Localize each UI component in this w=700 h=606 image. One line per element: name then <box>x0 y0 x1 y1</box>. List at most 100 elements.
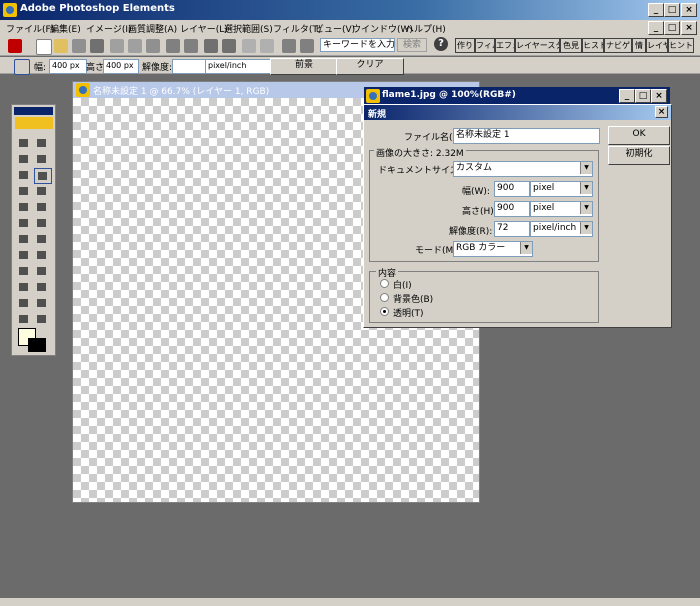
import-icon[interactable] <box>72 39 86 53</box>
palette-tab[interactable]: レイヤースタイ <box>515 38 560 53</box>
menu-view[interactable]: ビュー(V) <box>315 22 355 35</box>
adobe-icon[interactable] <box>15 117 53 129</box>
paint-bucket-tool-icon[interactable] <box>16 200 32 214</box>
close-icon[interactable]: × <box>681 3 697 17</box>
save-icon[interactable] <box>110 39 124 53</box>
step-forward-icon[interactable] <box>300 39 314 53</box>
magic-wand-tool-icon[interactable] <box>34 152 50 166</box>
clone-stamp-tool-icon[interactable] <box>16 296 32 310</box>
adobe-logo-icon[interactable] <box>8 39 22 53</box>
width-input[interactable]: 400 px <box>49 59 87 74</box>
attach-icon[interactable] <box>146 39 160 53</box>
palette-tab[interactable]: ヒント <box>668 38 694 53</box>
menu-image[interactable]: イメージ(I) <box>86 22 132 35</box>
ok-button[interactable]: OK <box>608 126 670 145</box>
menu-adjust[interactable]: 画質調整(A) <box>128 22 177 35</box>
type-tool-icon[interactable] <box>34 184 50 198</box>
lasso-tool-icon[interactable] <box>16 152 32 166</box>
sharpen-tool-icon[interactable] <box>34 248 50 262</box>
sponge-tool-icon[interactable] <box>16 264 32 278</box>
doc-minimize-icon[interactable]: _ <box>648 21 664 35</box>
menu-window[interactable]: ウインドウ(W) <box>352 22 413 35</box>
blur-tool-icon[interactable] <box>16 248 32 262</box>
search-input[interactable]: キーワードを入力 <box>320 38 395 52</box>
red-eye-tool-icon[interactable] <box>16 280 32 294</box>
palette-tab[interactable]: エフェ <box>495 38 515 53</box>
scanner-icon[interactable] <box>90 39 104 53</box>
menu-layer[interactable]: レイヤー(L) <box>180 22 228 35</box>
dialog-title: 新規 <box>368 110 387 120</box>
palette-tab[interactable]: ナビゲ <box>604 38 632 53</box>
crop-tool-icon[interactable] <box>34 168 52 184</box>
mode-select[interactable]: RGB カラー ▼ <box>453 241 533 257</box>
resolution-input[interactable]: 72 <box>494 221 530 237</box>
doc-close-icon[interactable]: × <box>681 21 697 35</box>
hand-tool-icon[interactable] <box>16 312 32 326</box>
gradient-tool-icon[interactable] <box>34 200 50 214</box>
menu-file[interactable]: ファイル(F) <box>6 22 54 35</box>
image-close-icon[interactable]: × <box>651 89 667 103</box>
palette-tab[interactable]: 情 <box>632 38 646 53</box>
white-radio[interactable] <box>380 279 389 288</box>
zoom-tool-icon[interactable] <box>34 312 50 326</box>
brush-tool-icon[interactable] <box>16 216 32 230</box>
print-icon[interactable] <box>204 39 218 53</box>
save-web-icon[interactable] <box>128 39 142 53</box>
resolution-unit-select[interactable]: pixel/inch <box>205 59 271 74</box>
step-backward-icon[interactable] <box>282 39 296 53</box>
crop-tool-icon[interactable] <box>14 59 30 75</box>
background-color-radio[interactable] <box>380 293 389 302</box>
height-input[interactable]: 900 <box>494 201 530 217</box>
marquee-tool-icon[interactable] <box>16 136 32 150</box>
impressionist-brush-tool-icon[interactable] <box>34 232 50 246</box>
front-image-button[interactable]: 前景 <box>270 58 338 75</box>
image-window-title-bar[interactable]: flame1.jpg @ 100%(RGB#) _ □ × <box>364 87 670 105</box>
dialog-title-bar[interactable]: 新規 × <box>364 105 671 120</box>
eyedropper-tool-icon[interactable] <box>34 296 50 310</box>
menu-edit[interactable]: 編集(E) <box>50 22 81 35</box>
new-file-dialog: 新規 × ファイル名(N): 名称未設定 1 OK 初期化 画像の大きさ: 2.… <box>363 104 672 328</box>
palette-tab[interactable]: 色見 <box>560 38 582 53</box>
clear-button[interactable]: クリア <box>336 58 404 75</box>
fit-icon[interactable] <box>184 39 198 53</box>
palette-tab[interactable]: レイヤ <box>646 38 668 53</box>
doc-restore-icon[interactable]: □ <box>664 21 680 35</box>
help-icon[interactable]: ? <box>434 37 448 51</box>
background-color-swatch[interactable] <box>28 338 46 352</box>
transparent-radio[interactable] <box>380 307 389 316</box>
menu-help[interactable]: ヘルプ(H) <box>405 22 446 35</box>
palette-tab[interactable]: フィル <box>475 38 495 53</box>
selection-brush-tool-icon[interactable] <box>16 168 32 182</box>
search-button[interactable]: 検索 <box>397 38 427 52</box>
width-input[interactable]: 900 <box>494 181 530 197</box>
dodge-tool-icon[interactable] <box>34 280 50 294</box>
toolbox-title-bar[interactable] <box>14 107 53 115</box>
shape-tool-icon[interactable] <box>16 184 32 198</box>
online-services-icon[interactable] <box>166 39 180 53</box>
open-file-icon[interactable] <box>54 39 68 53</box>
height-input[interactable]: 400 px <box>103 59 139 74</box>
palette-tab[interactable]: ヒスト <box>582 38 604 53</box>
palette-tab[interactable]: 作り <box>455 38 475 53</box>
filename-input[interactable]: 名称未設定 1 <box>453 128 600 144</box>
image-maximize-icon[interactable]: □ <box>635 89 651 103</box>
reset-button[interactable]: 初期化 <box>608 146 670 165</box>
width-unit-select[interactable]: pixel ▼ <box>530 181 593 197</box>
redo-icon[interactable] <box>260 39 274 53</box>
document-size-select[interactable]: カスタム ▼ <box>453 161 593 177</box>
eraser-tool-icon[interactable] <box>16 232 32 246</box>
maximize-icon[interactable]: □ <box>664 3 680 17</box>
move-tool-icon[interactable] <box>34 136 50 150</box>
new-file-icon[interactable] <box>36 39 52 55</box>
menu-select[interactable]: 選択範囲(S) <box>224 22 273 35</box>
pencil-tool-icon[interactable] <box>34 216 50 230</box>
smudge-tool-icon[interactable] <box>34 264 50 278</box>
image-minimize-icon[interactable]: _ <box>619 89 635 103</box>
undo-icon[interactable] <box>242 39 256 53</box>
dialog-close-icon[interactable]: × <box>655 106 668 118</box>
minimize-icon[interactable]: _ <box>648 3 664 17</box>
print-preview-icon[interactable] <box>222 39 236 53</box>
height-unit-select[interactable]: pixel ▼ <box>530 201 593 217</box>
resolution-input[interactable] <box>172 59 207 74</box>
resolution-unit-select[interactable]: pixel/inch ▼ <box>530 221 593 237</box>
